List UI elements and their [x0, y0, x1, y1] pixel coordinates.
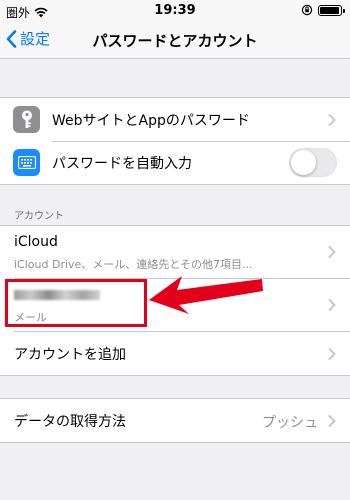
red-arrow	[149, 276, 263, 314]
fetch-data-value: プッシュ	[262, 415, 318, 431]
add-account-row[interactable]: アカウントを追加	[0, 332, 350, 375]
status-right	[301, 4, 345, 16]
chevron-right-icon	[328, 246, 336, 258]
fetch-data-label: データの取得方法	[14, 414, 126, 430]
chevron-right-icon	[328, 113, 336, 126]
toggle-knob	[291, 150, 316, 175]
icloud-title: iCloud	[14, 234, 58, 250]
website-passwords-row[interactable]: WebサイトとAppのパスワード	[0, 98, 350, 141]
key-icon	[13, 106, 40, 133]
navigation-bar: 設定 パスワードとアカウント	[0, 22, 350, 59]
fetch-data-row[interactable]: データの取得方法 プッシュ	[0, 399, 350, 442]
autofill-row: パスワードを自動入力	[0, 141, 350, 184]
passwords-group: WebサイトとAppのパスワード パスワードを自動入力	[0, 97, 350, 185]
battery-icon	[318, 4, 345, 16]
page-title: パスワードとアカウント	[92, 32, 258, 50]
website-passwords-label: WebサイトとAppのパスワード	[52, 112, 250, 129]
chevron-right-icon	[328, 414, 336, 427]
autofill-label: パスワードを自動入力	[52, 155, 192, 172]
keyboard-icon	[13, 149, 40, 176]
status-bar: 圏外 19:39	[0, 0, 350, 22]
chevron-right-icon	[328, 347, 336, 360]
accounts-section-header: アカウント	[14, 211, 64, 222]
autofill-toggle[interactable]	[289, 148, 337, 177]
add-account-label: アカウントを追加	[14, 347, 126, 363]
battery-fill	[320, 6, 339, 14]
highlight-box	[5, 279, 147, 327]
fetch-group: データの取得方法 プッシュ	[0, 398, 350, 443]
orientation-lock-icon	[301, 4, 313, 16]
status-time: 19:39	[154, 3, 196, 18]
chevron-right-icon	[328, 299, 336, 311]
